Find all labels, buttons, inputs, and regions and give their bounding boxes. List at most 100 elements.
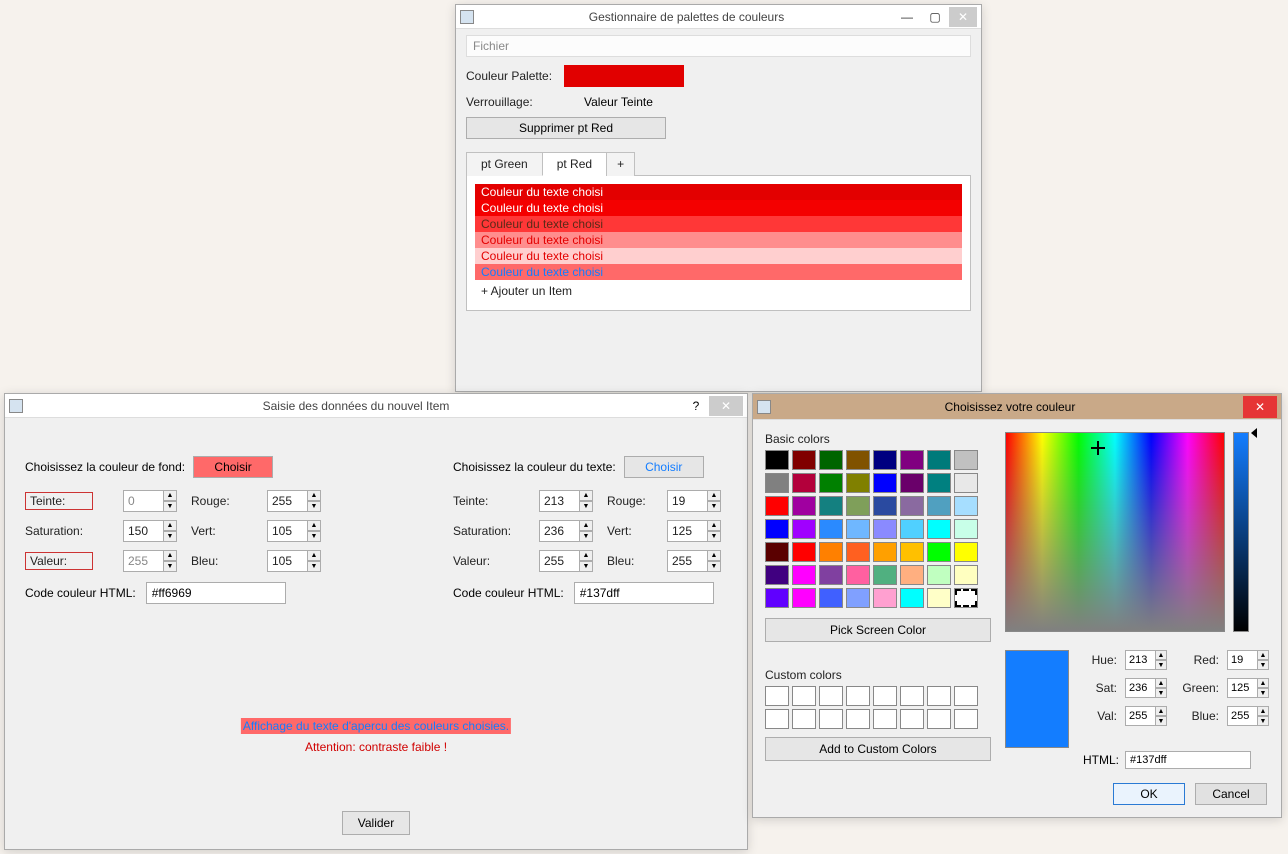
basic-color-swatch[interactable] <box>846 519 870 539</box>
basic-color-swatch[interactable] <box>792 542 816 562</box>
close-button[interactable]: ✕ <box>709 396 743 416</box>
hue-sat-plane[interactable] <box>1005 432 1225 632</box>
palette-item-row[interactable]: Couleur du texte choisi <box>475 216 962 232</box>
basic-color-swatch[interactable] <box>792 496 816 516</box>
bg-vert-spin[interactable]: ▲▼ <box>267 520 321 542</box>
palette-item-row[interactable]: Couleur du texte choisi <box>475 232 962 248</box>
basic-color-swatch[interactable] <box>954 450 978 470</box>
basic-color-swatch[interactable] <box>927 588 951 608</box>
minimize-button[interactable]: — <box>893 7 921 27</box>
tab-add[interactable]: + <box>606 152 635 176</box>
basic-color-swatch[interactable] <box>900 519 924 539</box>
fg-bleu-spin[interactable]: ▲▼ <box>667 550 721 572</box>
basic-color-swatch[interactable] <box>819 588 843 608</box>
add-custom-button[interactable]: Add to Custom Colors <box>765 737 991 761</box>
basic-color-swatch[interactable] <box>873 450 897 470</box>
custom-color-swatch[interactable] <box>900 686 924 706</box>
choose-fg-button[interactable]: Choisir <box>624 456 704 478</box>
basic-color-swatch[interactable] <box>846 542 870 562</box>
custom-color-swatch[interactable] <box>873 686 897 706</box>
basic-color-swatch[interactable] <box>765 519 789 539</box>
basic-color-swatch[interactable] <box>765 473 789 493</box>
custom-color-swatch[interactable] <box>846 709 870 729</box>
hue-spin[interactable]: ▲▼ <box>1125 650 1167 670</box>
tab-pt-green[interactable]: pt Green <box>466 152 543 176</box>
basic-color-swatch[interactable] <box>846 588 870 608</box>
basic-color-swatch[interactable] <box>873 565 897 585</box>
basic-color-swatch[interactable] <box>900 450 924 470</box>
basic-color-swatch[interactable] <box>954 565 978 585</box>
basic-color-swatch[interactable] <box>846 496 870 516</box>
custom-color-swatch[interactable] <box>873 709 897 729</box>
maximize-button[interactable]: ▢ <box>921 7 949 27</box>
fg-vert-spin[interactable]: ▲▼ <box>667 520 721 542</box>
basic-color-swatch[interactable] <box>954 496 978 516</box>
basic-color-swatch[interactable] <box>900 565 924 585</box>
palette-item-row[interactable]: Couleur du texte choisi <box>475 248 962 264</box>
choose-bg-button[interactable]: Choisir <box>193 456 273 478</box>
basic-color-swatch[interactable] <box>927 473 951 493</box>
basic-color-swatch[interactable] <box>927 565 951 585</box>
basic-color-swatch[interactable] <box>792 565 816 585</box>
basic-color-swatch[interactable] <box>792 519 816 539</box>
basic-color-swatch[interactable] <box>954 473 978 493</box>
basic-color-swatch[interactable] <box>927 496 951 516</box>
palette-color-swatch[interactable] <box>564 65 684 87</box>
fg-saturation-spin[interactable]: ▲▼ <box>539 520 593 542</box>
green-spin[interactable]: ▲▼ <box>1227 678 1269 698</box>
fg-rouge-spin[interactable]: ▲▼ <box>667 490 721 512</box>
basic-color-swatch[interactable] <box>765 496 789 516</box>
bg-rouge-spin[interactable]: ▲▼ <box>267 490 321 512</box>
bg-html-input[interactable] <box>146 582 286 604</box>
color-picker-titlebar[interactable]: Choisissez votre couleur ✕ <box>753 394 1281 420</box>
palette-item-row[interactable]: Couleur du texte choisi <box>475 264 962 280</box>
blue-spin[interactable]: ▲▼ <box>1227 706 1269 726</box>
basic-color-swatch[interactable] <box>846 450 870 470</box>
basic-color-swatch[interactable] <box>819 565 843 585</box>
delete-palette-button[interactable]: Supprimer pt Red <box>466 117 666 139</box>
basic-color-swatch[interactable] <box>873 542 897 562</box>
basic-color-swatch[interactable] <box>846 565 870 585</box>
cp-html-input[interactable] <box>1125 751 1251 769</box>
custom-color-swatch[interactable] <box>819 686 843 706</box>
cancel-button[interactable]: Cancel <box>1195 783 1267 805</box>
ok-button[interactable]: OK <box>1113 783 1185 805</box>
value-slider[interactable] <box>1233 432 1249 632</box>
basic-color-swatch[interactable] <box>927 519 951 539</box>
basic-color-swatch[interactable] <box>765 450 789 470</box>
validate-button[interactable]: Valider <box>342 811 410 835</box>
basic-color-swatch[interactable] <box>792 473 816 493</box>
palette-item-row[interactable]: Couleur du texte choisi <box>475 184 962 200</box>
close-button[interactable]: ✕ <box>949 7 977 27</box>
custom-color-swatch[interactable] <box>819 709 843 729</box>
basic-color-swatch[interactable] <box>954 542 978 562</box>
val-spin[interactable]: ▲▼ <box>1125 706 1167 726</box>
red-spin[interactable]: ▲▼ <box>1227 650 1269 670</box>
close-button[interactable]: ✕ <box>1243 396 1277 418</box>
custom-color-swatch[interactable] <box>954 686 978 706</box>
custom-color-swatch[interactable] <box>765 709 789 729</box>
custom-color-swatch[interactable] <box>954 709 978 729</box>
custom-color-swatch[interactable] <box>792 709 816 729</box>
basic-color-swatch[interactable] <box>819 473 843 493</box>
custom-color-swatch[interactable] <box>765 686 789 706</box>
basic-color-swatch[interactable] <box>954 588 978 608</box>
custom-color-swatch[interactable] <box>900 709 924 729</box>
basic-color-swatch[interactable] <box>819 496 843 516</box>
custom-color-swatch[interactable] <box>792 686 816 706</box>
basic-color-swatch[interactable] <box>765 565 789 585</box>
basic-color-swatch[interactable] <box>873 588 897 608</box>
basic-color-swatch[interactable] <box>792 450 816 470</box>
menu-file[interactable]: Fichier <box>466 35 971 57</box>
basic-color-swatch[interactable] <box>765 588 789 608</box>
tab-pt-red[interactable]: pt Red <box>542 152 607 176</box>
palette-manager-titlebar[interactable]: Gestionnaire de palettes de couleurs — ▢… <box>456 5 981 29</box>
add-item-button[interactable]: + Ajouter un Item <box>475 280 962 302</box>
bg-teinte-spin[interactable]: ▲▼ <box>123 490 177 512</box>
custom-color-swatch[interactable] <box>846 686 870 706</box>
basic-color-swatch[interactable] <box>900 542 924 562</box>
basic-color-swatch[interactable] <box>900 473 924 493</box>
palette-item-row[interactable]: Couleur du texte choisi <box>475 200 962 216</box>
fg-valeur-spin[interactable]: ▲▼ <box>539 550 593 572</box>
bg-bleu-spin[interactable]: ▲▼ <box>267 550 321 572</box>
